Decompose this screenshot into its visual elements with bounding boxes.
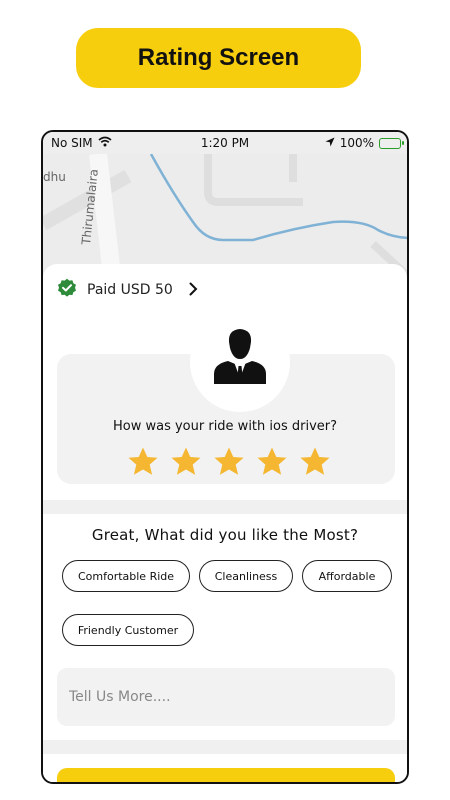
battery-percent: 100% (339, 136, 374, 150)
star-icon[interactable] (256, 446, 288, 478)
submit-rating-button[interactable] (57, 768, 395, 782)
tell-us-more-input[interactable] (57, 668, 395, 726)
star-icon[interactable] (299, 446, 331, 478)
map-street-label: dhu (43, 170, 66, 184)
screen-title-banner: Rating Screen (76, 28, 361, 88)
payment-summary-row[interactable]: Paid USD 50 (57, 278, 198, 302)
verified-check-icon (57, 278, 77, 302)
carrier-label: No SIM (51, 136, 93, 150)
driver-avatar-icon (214, 329, 266, 384)
feedback-chip[interactable]: Cleanliness (199, 560, 293, 592)
star-rating[interactable] (127, 446, 331, 478)
status-bar: No SIM 1:20 PM 100% (43, 132, 407, 154)
feedback-chip[interactable]: Friendly Customer (62, 614, 194, 646)
star-icon[interactable] (170, 446, 202, 478)
phone-frame: No SIM 1:20 PM 100% dhu Thirumalaira Pai… (41, 130, 409, 784)
screen-title: Rating Screen (137, 44, 300, 71)
location-arrow-icon (325, 136, 335, 150)
driver-avatar (190, 312, 290, 412)
feedback-chip[interactable]: Affordable (302, 560, 392, 592)
battery-icon (379, 137, 404, 149)
feedback-title: Great, What did you like the Most? (91, 526, 359, 544)
section-divider (43, 740, 407, 754)
feedback-chip[interactable]: Comfortable Ride (62, 560, 190, 592)
star-icon[interactable] (213, 446, 245, 478)
rating-sheet: Paid USD 50 How was your ride with ios d… (43, 264, 407, 782)
section-divider (43, 500, 407, 514)
chevron-right-icon (189, 281, 198, 300)
star-icon[interactable] (127, 446, 159, 478)
wifi-icon (98, 136, 112, 150)
ride-rating-question: How was your ride with ios driver? (112, 419, 338, 434)
payment-label: Paid USD 50 (87, 282, 173, 298)
